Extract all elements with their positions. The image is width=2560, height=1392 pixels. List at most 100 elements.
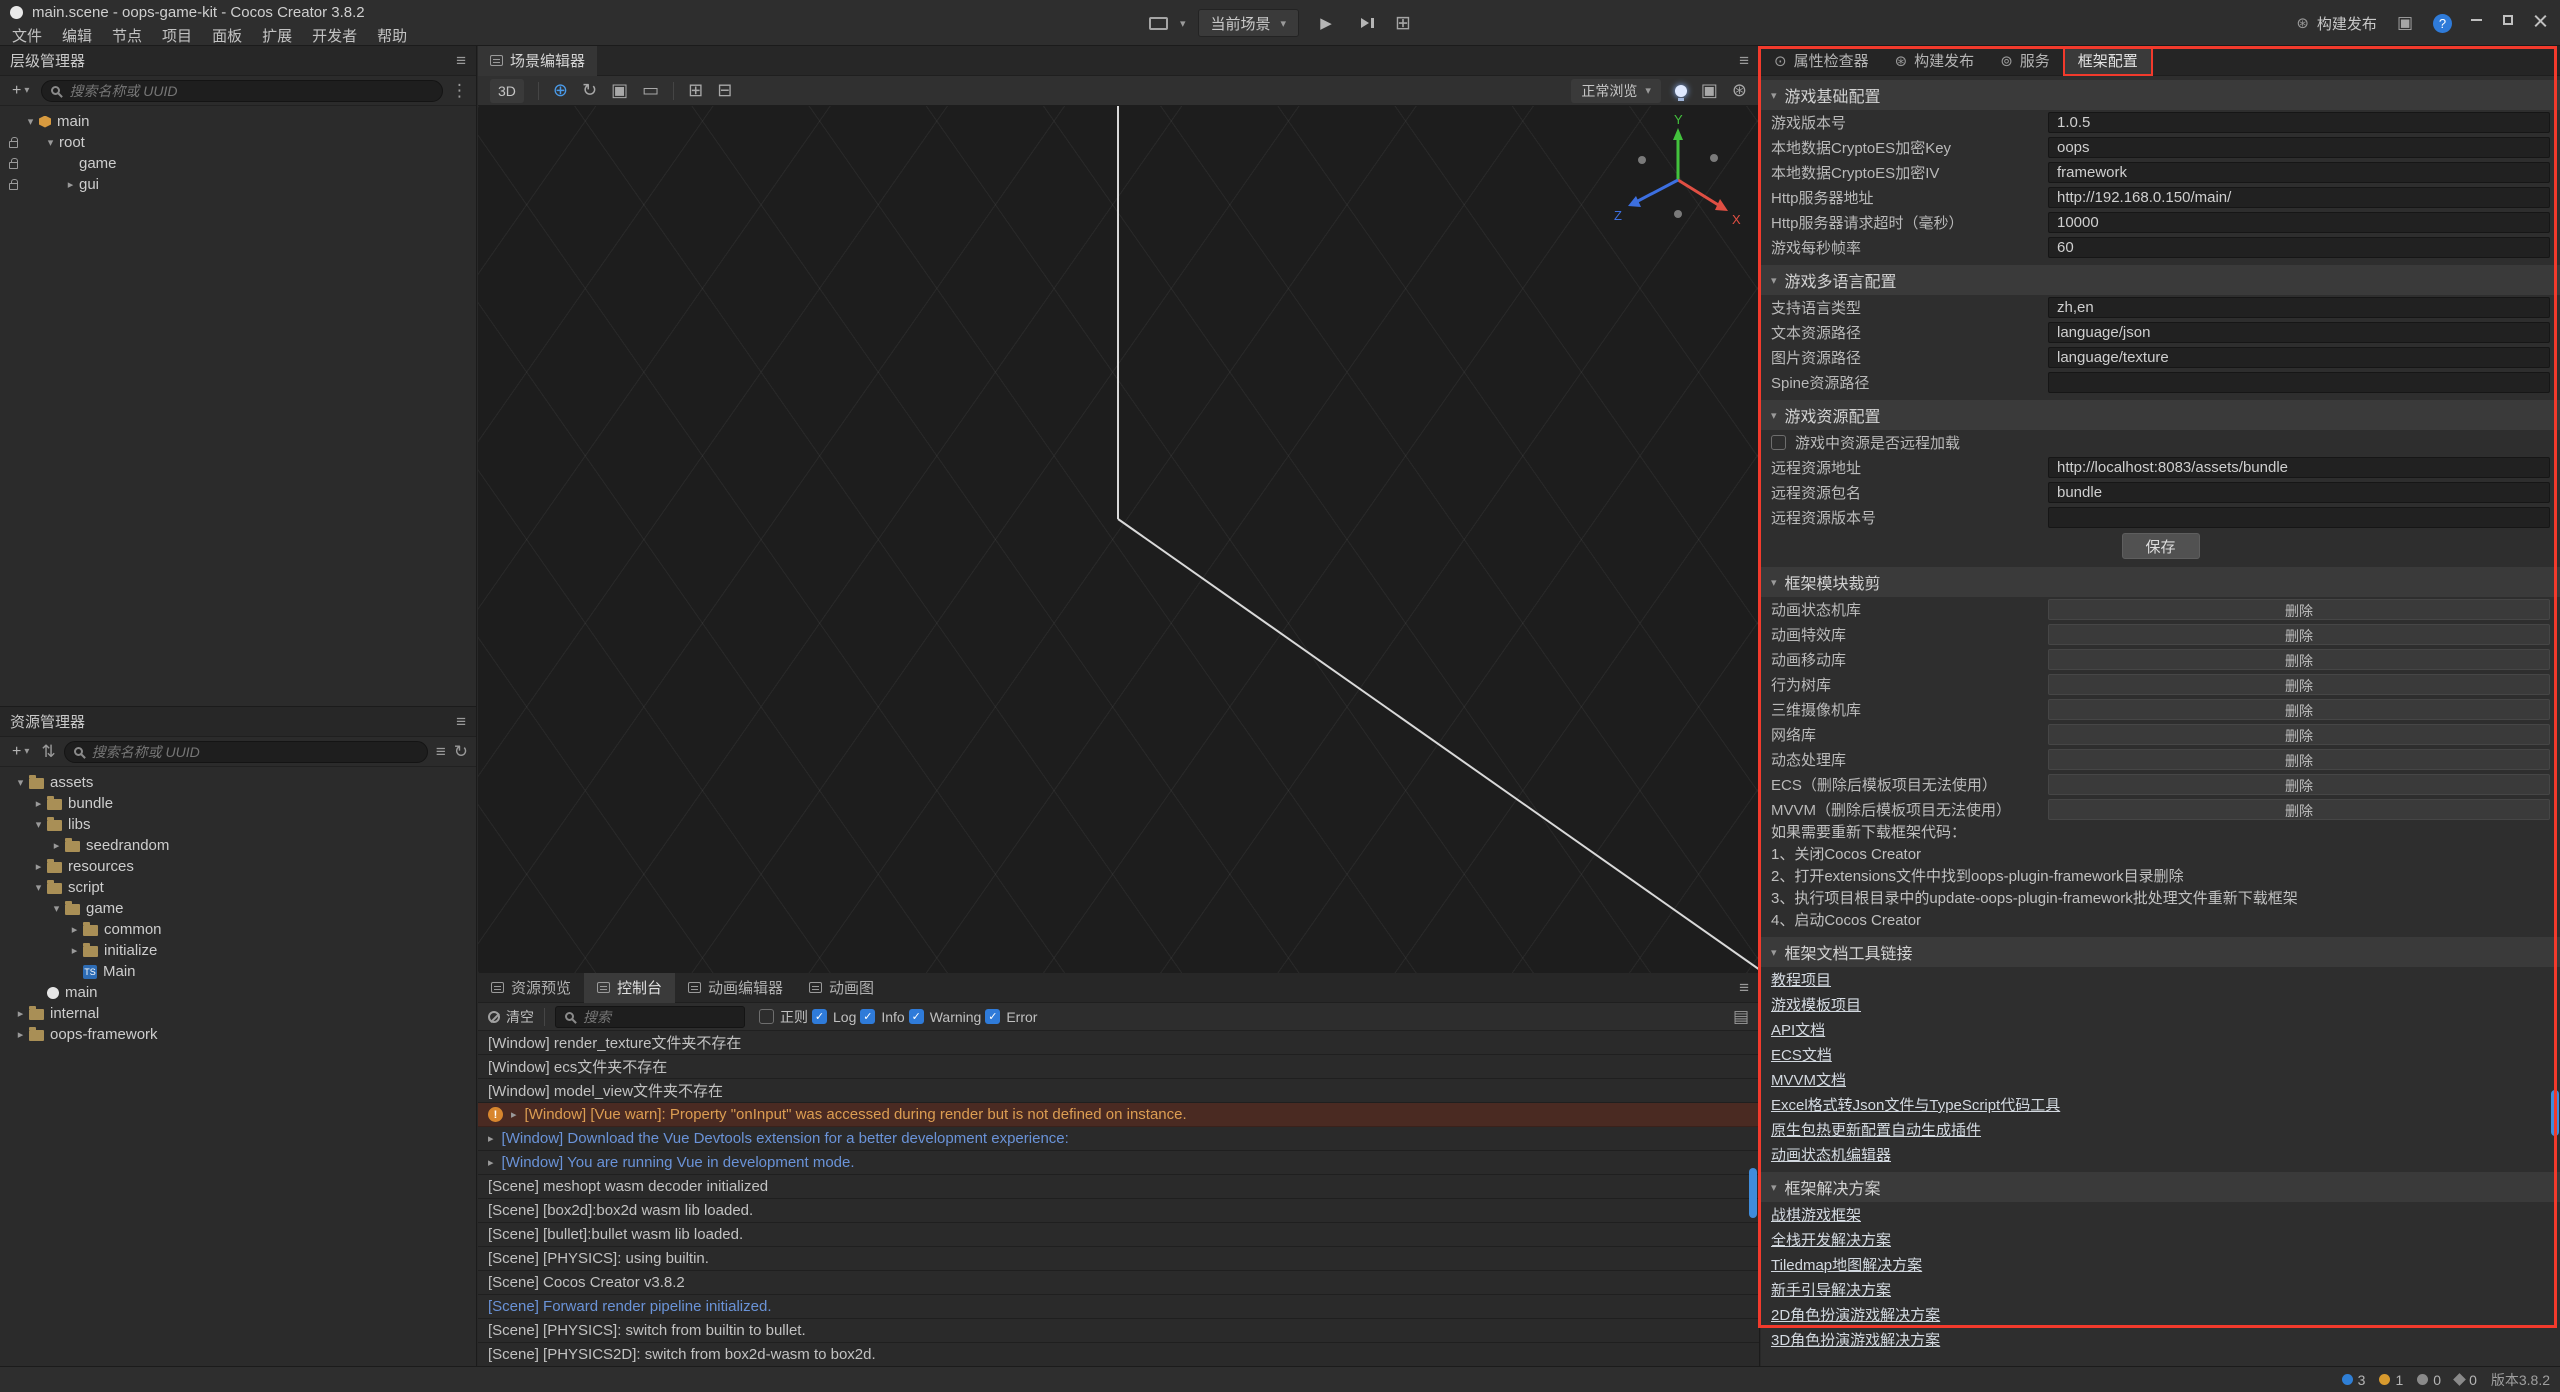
log-row[interactable]: [Scene] [box2d]:box2d wasm lib loaded. <box>478 1199 1759 1223</box>
layout-grid-icon[interactable]: ⊞ <box>1395 12 1411 35</box>
inspector-tab[interactable]: ⊙属性检查器 <box>1761 46 1882 76</box>
help-icon[interactable]: ? <box>2433 14 2452 33</box>
expand-arrow-icon[interactable]: ▸ <box>12 1028 29 1041</box>
filter-log[interactable]: Log <box>812 1009 856 1025</box>
assets-search[interactable] <box>64 741 428 763</box>
refresh-icon[interactable]: ↻ <box>454 743 468 760</box>
property-input[interactable] <box>2048 297 2550 318</box>
console-tab[interactable]: 动画图 <box>796 973 887 1003</box>
expand-arrow-icon[interactable]: ▸ <box>30 797 47 810</box>
delete-module-button[interactable]: 删除 <box>2048 724 2550 745</box>
log-row[interactable]: [Scene] Forward render pipeline initiali… <box>478 1295 1759 1319</box>
expand-arrow-icon[interactable]: ▸ <box>511 1108 517 1121</box>
log-row[interactable]: ▸[Window] You are running Vue in develop… <box>478 1151 1759 1175</box>
panel-menu-icon[interactable]: ≡ <box>1739 979 1749 996</box>
property-input[interactable] <box>2048 162 2550 183</box>
checkbox-icon[interactable] <box>1771 435 1786 450</box>
property-input[interactable] <box>2048 212 2550 233</box>
asset-node[interactable]: ▸internal <box>0 1003 476 1024</box>
play-button[interactable]: ▶ <box>1311 9 1341 37</box>
section-header[interactable]: ▾框架模块裁剪 <box>1761 567 2560 597</box>
doc-link[interactable]: ECS文档 <box>1771 1044 1832 1065</box>
rect-tool-icon[interactable]: ▭ <box>642 80 659 101</box>
inspector-tab-active[interactable]: 框架配置 <box>2063 46 2153 76</box>
expand-arrow-icon[interactable]: ▸ <box>66 944 83 957</box>
filter-warning[interactable]: Warning <box>909 1009 982 1025</box>
delete-module-button[interactable]: 删除 <box>2048 799 2550 820</box>
sort-icon[interactable]: ⇅ <box>41 743 55 760</box>
expand-arrow-icon[interactable]: ▾ <box>22 115 39 128</box>
error-count-badge[interactable]: 0 <box>2417 1372 2441 1388</box>
panel-menu-icon[interactable]: ≡ <box>456 713 466 730</box>
asset-node[interactable]: ▸common <box>0 919 476 940</box>
regex-toggle[interactable]: 正则 <box>759 1007 808 1027</box>
filter-icon[interactable]: ⋮ <box>451 82 468 99</box>
expand-arrow-icon[interactable]: ▾ <box>48 902 65 915</box>
filter-info[interactable]: Info <box>860 1009 904 1025</box>
log-row[interactable]: [Scene] [PHYSICS]: switch from builtin t… <box>478 1319 1759 1343</box>
log-row[interactable]: [Window] model_view文件夹不存在 <box>478 1079 1759 1103</box>
doc-link[interactable]: 动画状态机编辑器 <box>1771 1144 1891 1165</box>
menubar-item[interactable]: 文件 <box>2 25 52 46</box>
expand-arrow-icon[interactable]: ▸ <box>488 1132 494 1145</box>
rotate-tool-icon[interactable]: ↻ <box>582 80 597 101</box>
asset-node[interactable]: ▾script <box>0 877 476 898</box>
hierarchy-node[interactable]: ▾main <box>0 111 476 132</box>
asset-node[interactable]: ▸resources <box>0 856 476 877</box>
save-button[interactable]: 保存 <box>2122 533 2200 559</box>
console-tab[interactable]: 动画编辑器 <box>675 973 796 1003</box>
section-header[interactable]: ▾游戏资源配置 <box>1761 400 2560 430</box>
log-row[interactable]: [Scene] [PHYSICS]: using builtin. <box>478 1247 1759 1271</box>
hierarchy-node[interactable]: ▾root <box>0 132 476 153</box>
delete-module-button[interactable]: 删除 <box>2048 624 2550 645</box>
scene-selector[interactable]: 当前场景 ▾ <box>1198 9 1300 37</box>
log-row[interactable]: [Window] render_texture文件夹不存在 <box>478 1031 1759 1055</box>
delete-module-button[interactable]: 删除 <box>2048 749 2550 770</box>
doc-link[interactable]: 战棋游戏框架 <box>1771 1204 1861 1225</box>
orientation-gizmo[interactable]: Y X Z <box>1608 114 1748 244</box>
menubar-item[interactable]: 帮助 <box>367 25 417 46</box>
asset-node[interactable]: ▾game <box>0 898 476 919</box>
asset-node[interactable]: ▸seedrandom <box>0 835 476 856</box>
checkbox-row[interactable]: 游戏中资源是否远程加载 <box>1761 430 2560 455</box>
delete-module-button[interactable]: 删除 <box>2048 649 2550 670</box>
menubar-item[interactable]: 开发者 <box>302 25 367 46</box>
menubar-item[interactable]: 面板 <box>202 25 252 46</box>
property-input[interactable] <box>2048 137 2550 158</box>
inspector-tab[interactable]: ⊛构建发布 <box>1882 46 1988 76</box>
expand-arrow-icon[interactable]: ▾ <box>30 881 47 894</box>
property-input[interactable] <box>2048 112 2550 133</box>
console-search-input[interactable] <box>581 1008 735 1026</box>
doc-link[interactable]: 新手引导解决方案 <box>1771 1279 1891 1300</box>
log-count-badge[interactable]: 3 <box>2342 1372 2366 1388</box>
doc-link[interactable]: 游戏模板项目 <box>1771 994 1861 1015</box>
pivot-icon[interactable]: ⊞ <box>688 80 703 101</box>
property-input[interactable] <box>2048 187 2550 208</box>
property-input[interactable] <box>2048 322 2550 343</box>
property-input[interactable] <box>2048 372 2550 393</box>
console-search[interactable] <box>555 1006 745 1028</box>
console-scrollbar[interactable] <box>1749 1168 1757 1218</box>
filter-icon[interactable]: ≡ <box>436 743 446 760</box>
section-header[interactable]: ▾框架解决方案 <box>1761 1172 2560 1202</box>
filter-error[interactable]: Error <box>985 1009 1037 1025</box>
expand-arrow-icon[interactable]: ▸ <box>66 923 83 936</box>
scale-tool-icon[interactable]: ▣ <box>611 80 628 101</box>
inspector-tab[interactable]: ⊚服务 <box>1987 46 2063 76</box>
expand-arrow-icon[interactable]: ▸ <box>488 1156 494 1169</box>
asset-node[interactable]: main <box>0 982 476 1003</box>
export-log-icon[interactable]: ▤ <box>1733 1008 1749 1025</box>
assets-search-input[interactable] <box>90 743 418 761</box>
delete-module-button[interactable]: 删除 <box>2048 674 2550 695</box>
property-input[interactable] <box>2048 347 2550 368</box>
expand-arrow-icon[interactable]: ▸ <box>48 839 65 852</box>
chevron-down-icon[interactable]: ▾ <box>1180 17 1186 30</box>
expand-arrow-icon[interactable]: ▸ <box>62 178 79 191</box>
delete-module-button[interactable]: 删除 <box>2048 774 2550 795</box>
hierarchy-search[interactable] <box>41 80 443 102</box>
doc-link[interactable]: 教程项目 <box>1771 969 1831 990</box>
menubar-item[interactable]: 编辑 <box>52 25 102 46</box>
panel-menu-icon[interactable]: ≡ <box>1739 52 1749 69</box>
tab-scene-editor[interactable]: 场景编辑器 <box>478 46 597 76</box>
log-row[interactable]: [Scene] meshopt wasm decoder initialized <box>478 1175 1759 1199</box>
